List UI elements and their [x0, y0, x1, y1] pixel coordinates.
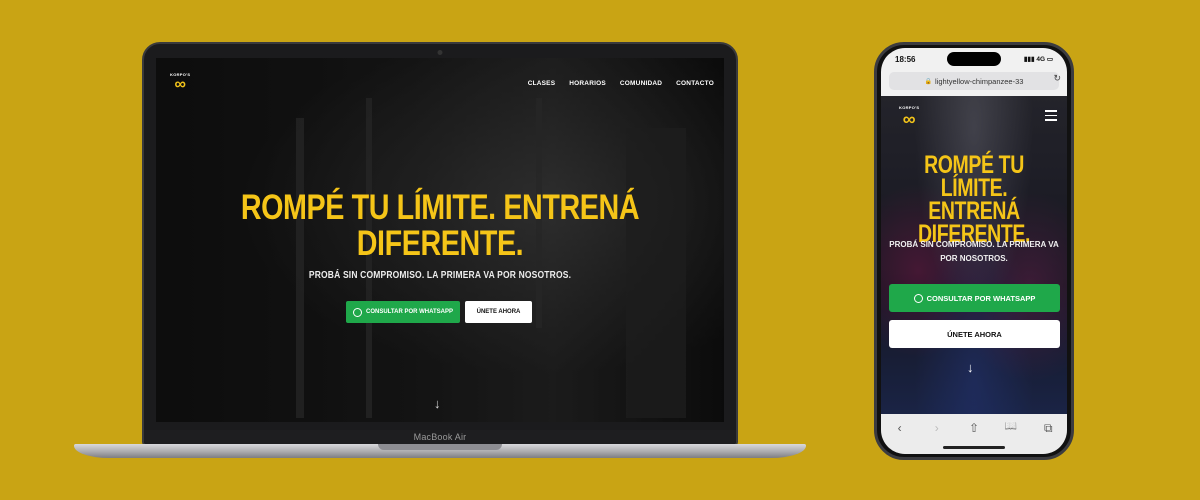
hero-headline: ROMPÉ TU LÍMITE. ENTRENÁ DIFERENTE.: [207, 190, 673, 262]
whatsapp-icon: [913, 293, 923, 303]
tabs-icon[interactable]: ⧉: [1037, 421, 1059, 436]
whatsapp-button-label: CONSULTAR POR WHATSAPP: [366, 309, 453, 315]
lock-icon: 🔒: [924, 78, 933, 85]
nav-item-horarios[interactable]: HORARIOS: [569, 80, 606, 87]
logo-mark-icon: ∞: [174, 76, 186, 93]
status-signal: ▮▮▮ 4G ▭: [1023, 56, 1053, 63]
browser-toolbar: ‹ › ⇧ 📖 ⧉: [881, 414, 1067, 454]
nav-item-clases[interactable]: CLASES: [528, 80, 556, 87]
join-button-label: ÚNETE AHORA: [947, 329, 1002, 339]
home-indicator: [943, 446, 1005, 449]
status-bar: 18:56 ▮▮▮ 4G ▭: [881, 48, 1067, 70]
hero-subtitle: PROBÁ SIN COMPROMISO. LA PRIMERA VA POR …: [308, 270, 572, 281]
forward-icon[interactable]: ›: [926, 421, 948, 435]
url-text: lightyellow-chimpanzee-33: [935, 76, 1024, 86]
laptop-brand-label: MacBook Air: [413, 432, 467, 442]
join-button[interactable]: ÚNETE AHORA: [889, 320, 1060, 348]
mobile-hero: KORPO'S ∞ ROMPÉ TU LÍMITE. ENTRENÁ DIFER…: [881, 96, 1067, 414]
nav-item-contacto[interactable]: CONTACTO: [676, 80, 714, 87]
join-button[interactable]: ÚNETE AHORA: [465, 301, 532, 323]
headline-line: DIFERENTE.: [356, 224, 524, 263]
arrow-down-icon[interactable]: ↓: [434, 396, 441, 411]
laptop-screen: KORPO'S ∞ CLASES HORARIOS COMUNIDAD CONT…: [156, 58, 724, 422]
join-button-label: ÚNETE AHORA: [476, 309, 521, 315]
whatsapp-button[interactable]: CONSULTAR POR WHATSAPP: [889, 284, 1060, 312]
site-logo[interactable]: KORPO'S ∞: [170, 73, 190, 93]
status-time: 18:56: [895, 55, 916, 64]
camera-icon: [437, 50, 443, 55]
site-logo[interactable]: KORPO'S ∞: [899, 106, 919, 129]
whatsapp-button[interactable]: CONSULTAR POR WHATSAPP: [346, 301, 460, 323]
headline-line: ROMPÉ TU LÍMITE. ENTRENÁ: [240, 188, 640, 227]
arrow-down-icon[interactable]: ↓: [967, 360, 974, 375]
hamburger-icon[interactable]: [1045, 110, 1057, 124]
whatsapp-button-label: CONSULTAR POR WHATSAPP: [926, 293, 1036, 303]
network-label: 4G: [1036, 56, 1046, 63]
bookmarks-icon[interactable]: 📖: [1000, 421, 1022, 432]
browser-address-area: 🔒 lightyellow-chimpanzee-33 ↻: [881, 70, 1067, 96]
phone-screen: 18:56 ▮▮▮ 4G ▭ 🔒 lightyellow-chimpanzee-…: [881, 48, 1067, 454]
nav-item-comunidad[interactable]: COMUNIDAD: [620, 80, 662, 87]
url-bar[interactable]: 🔒 lightyellow-chimpanzee-33: [889, 72, 1059, 90]
back-icon[interactable]: ‹: [889, 421, 911, 435]
reload-icon[interactable]: ↻: [1053, 73, 1061, 84]
hero-headline: ROMPÉ TU LÍMITE. ENTRENÁ DIFERENTE.: [901, 151, 1046, 247]
share-icon[interactable]: ⇧: [963, 421, 985, 435]
hero-subtitle: PROBÁ SIN COMPROMISO. LA PRIMERA VA POR …: [889, 240, 1059, 263]
logo-mark-icon: ∞: [902, 109, 916, 129]
headline-line: ROMPÉ TU LÍMITE.: [924, 151, 1024, 202]
main-nav: CLASES HORARIOS COMUNIDAD CONTACTO: [528, 80, 714, 87]
laptop-notch: [378, 444, 502, 450]
dynamic-island: [947, 52, 1001, 66]
whatsapp-icon: [353, 307, 362, 317]
